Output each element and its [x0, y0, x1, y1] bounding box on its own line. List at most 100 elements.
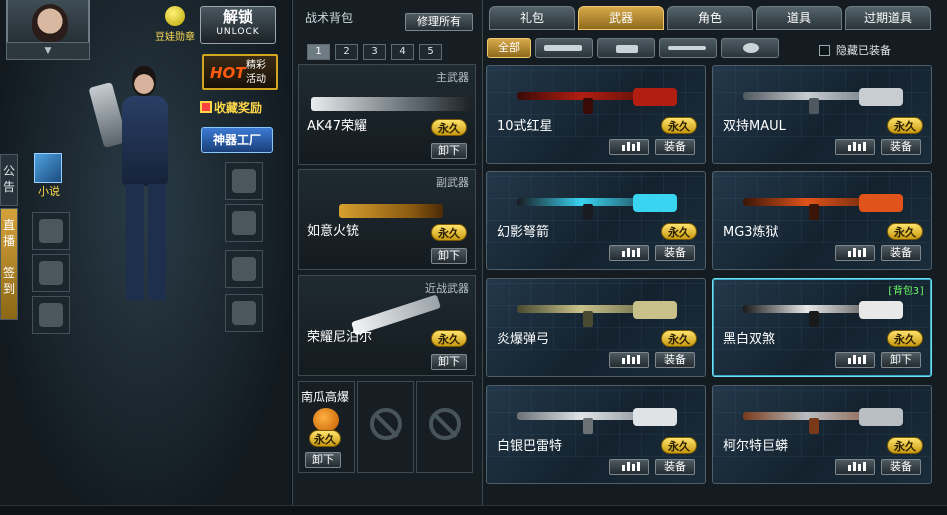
tab-gift-pack[interactable]: 礼包: [489, 6, 575, 30]
collection-reward-button[interactable]: 收藏奖励: [200, 97, 276, 119]
costume-slot-bag[interactable]: [32, 296, 70, 334]
collection-reward-label: 收藏奖励: [214, 101, 263, 115]
unequip-button[interactable]: 卸下: [431, 143, 467, 159]
tab-checkin-label: 签到: [2, 266, 15, 296]
chevron-down-icon[interactable]: ▼: [6, 42, 90, 60]
filter-pistol[interactable]: [597, 38, 655, 58]
weapon-image: [517, 188, 677, 220]
weapon-card[interactable]: MG3炼狱 永久 装备: [712, 171, 932, 270]
costume-slot-gloves[interactable]: [225, 250, 263, 288]
checkbox-box[interactable]: [819, 44, 830, 56]
weapon-image-grip: [809, 204, 819, 220]
unequip-button[interactable]: 卸下: [431, 354, 467, 370]
unequip-button[interactable]: 卸下: [305, 452, 341, 468]
filter-throwable[interactable]: [721, 38, 779, 58]
tab-expired-items[interactable]: 过期道具: [845, 6, 931, 30]
equip-button[interactable]: 装备: [655, 245, 695, 261]
weapon-image-stock: [633, 408, 677, 426]
filter-all[interactable]: 全部: [487, 38, 531, 58]
weapon-image: [743, 402, 903, 434]
weapon-image-grip: [583, 204, 593, 220]
stats-button[interactable]: [835, 352, 875, 368]
tab-live[interactable]: 直播 签到: [0, 208, 18, 320]
equip-button[interactable]: 装备: [655, 459, 695, 475]
weapon-card[interactable]: 双持MAUL 永久 装备: [712, 65, 932, 164]
weapon-card[interactable]: 白银巴雷特 永久 装备: [486, 385, 706, 484]
empty-slot-icon: [370, 408, 402, 440]
repair-all-button[interactable]: 修理所有: [405, 13, 473, 31]
unequip-button[interactable]: 卸下: [881, 352, 921, 368]
stats-button[interactable]: [835, 139, 875, 155]
stats-button[interactable]: [609, 459, 649, 475]
costume-slot-boots[interactable]: [225, 294, 263, 332]
stats-bar-icon: [863, 355, 866, 364]
stats-bar-icon: [622, 251, 625, 257]
stats-button[interactable]: [609, 352, 649, 368]
tab-items[interactable]: 道具: [756, 6, 842, 30]
unlock-button[interactable]: 解锁 UNLOCK: [200, 6, 276, 44]
tab-live-label: 直播: [2, 218, 15, 248]
pistol-icon: [616, 45, 638, 53]
weapon-name: 荣耀尼泊尔: [307, 330, 373, 345]
throwable-name: 南瓜高爆: [301, 390, 350, 404]
filter-melee[interactable]: [659, 38, 717, 58]
stats-bar-icon: [622, 465, 625, 471]
melee-weapon-slot[interactable]: 近战武器 荣耀尼泊尔 永久 卸下: [298, 275, 476, 376]
equip-button[interactable]: 装备: [881, 139, 921, 155]
tab-characters[interactable]: 角色: [667, 6, 753, 30]
warehouse-panel: 礼包 武器 角色 道具 过期道具 全部 隐藏已装备 10式红星 永久 装备 双持MAU…: [482, 0, 947, 515]
stats-button[interactable]: [609, 245, 649, 261]
costume-slot-vest[interactable]: [225, 204, 263, 242]
stats-bar-icon: [848, 465, 851, 471]
stats-button[interactable]: [835, 245, 875, 261]
weapon-card[interactable]: 10式红星 永久 装备: [486, 65, 706, 164]
tab-backpack-3[interactable]: 3: [363, 44, 386, 60]
helmet-icon: [232, 169, 256, 193]
bottom-bar: [0, 505, 947, 515]
weapon-card[interactable]: 幻影弩箭 永久 装备: [486, 171, 706, 270]
stats-bar-icon: [848, 358, 851, 364]
tab-backpack-2[interactable]: 2: [335, 44, 358, 60]
weapon-image-grip: [583, 98, 593, 114]
weapon-image-stock: [859, 194, 903, 212]
teddy-bear-icon: [39, 219, 63, 243]
weapon-name: MG3炼狱: [723, 225, 779, 240]
tab-backpack-5[interactable]: 5: [419, 44, 442, 60]
hot-badge: HOT: [210, 64, 246, 82]
tab-weapons[interactable]: 武器: [578, 6, 664, 30]
weapon-image-grip: [809, 311, 819, 327]
weapon-image-stock: [859, 408, 903, 426]
stats-button[interactable]: [609, 139, 649, 155]
medal-button[interactable]: 豆娃勋章: [152, 6, 198, 43]
costume-slot-belt[interactable]: [32, 254, 70, 292]
equip-button[interactable]: 装备: [655, 352, 695, 368]
artifact-factory-button[interactable]: 神器工厂: [201, 127, 273, 153]
weapon-image: [743, 82, 903, 114]
weapon-card[interactable]: [背包3] 黑白双煞 永久 卸下: [712, 278, 932, 377]
tab-backpack-1[interactable]: 1: [307, 44, 330, 60]
weapon-card[interactable]: 柯尔特巨蟒 永久 装备: [712, 385, 932, 484]
throwable-slot-1[interactable]: 南瓜高爆 永久 卸下: [298, 381, 355, 473]
equip-button[interactable]: 装备: [655, 139, 695, 155]
costume-slot-helmet[interactable]: [225, 162, 263, 200]
secondary-weapon-slot[interactable]: 副武器 如意火铳 永久 卸下: [298, 169, 476, 270]
stats-bar-icon: [622, 145, 625, 151]
throwable-slot-2: [357, 381, 414, 473]
equip-button[interactable]: 装备: [881, 245, 921, 261]
weapon-card[interactable]: 炎爆弹弓 永久 装备: [486, 278, 706, 377]
unequip-button[interactable]: 卸下: [431, 248, 467, 264]
hot-events-button[interactable]: HOT 精彩活动: [202, 54, 278, 90]
hide-equipped-checkbox[interactable]: 隐藏已装备: [819, 42, 891, 58]
stats-bar-icon: [853, 355, 856, 364]
stats-button[interactable]: [835, 459, 875, 475]
permanent-badge: 永久: [309, 430, 341, 447]
weapon-name: 如意火铳: [307, 224, 360, 239]
permanent-badge: 永久: [887, 330, 923, 347]
primary-weapon-slot[interactable]: 主武器 AK47荣耀 永久 卸下: [298, 64, 476, 165]
equip-button[interactable]: 装备: [881, 459, 921, 475]
costume-slot-teddy[interactable]: [32, 212, 70, 250]
filter-rifle[interactable]: [535, 38, 593, 58]
novel-button[interactable]: 小说: [30, 153, 68, 199]
tab-backpack-4[interactable]: 4: [391, 44, 414, 60]
tab-announcement[interactable]: 公告: [0, 154, 18, 206]
